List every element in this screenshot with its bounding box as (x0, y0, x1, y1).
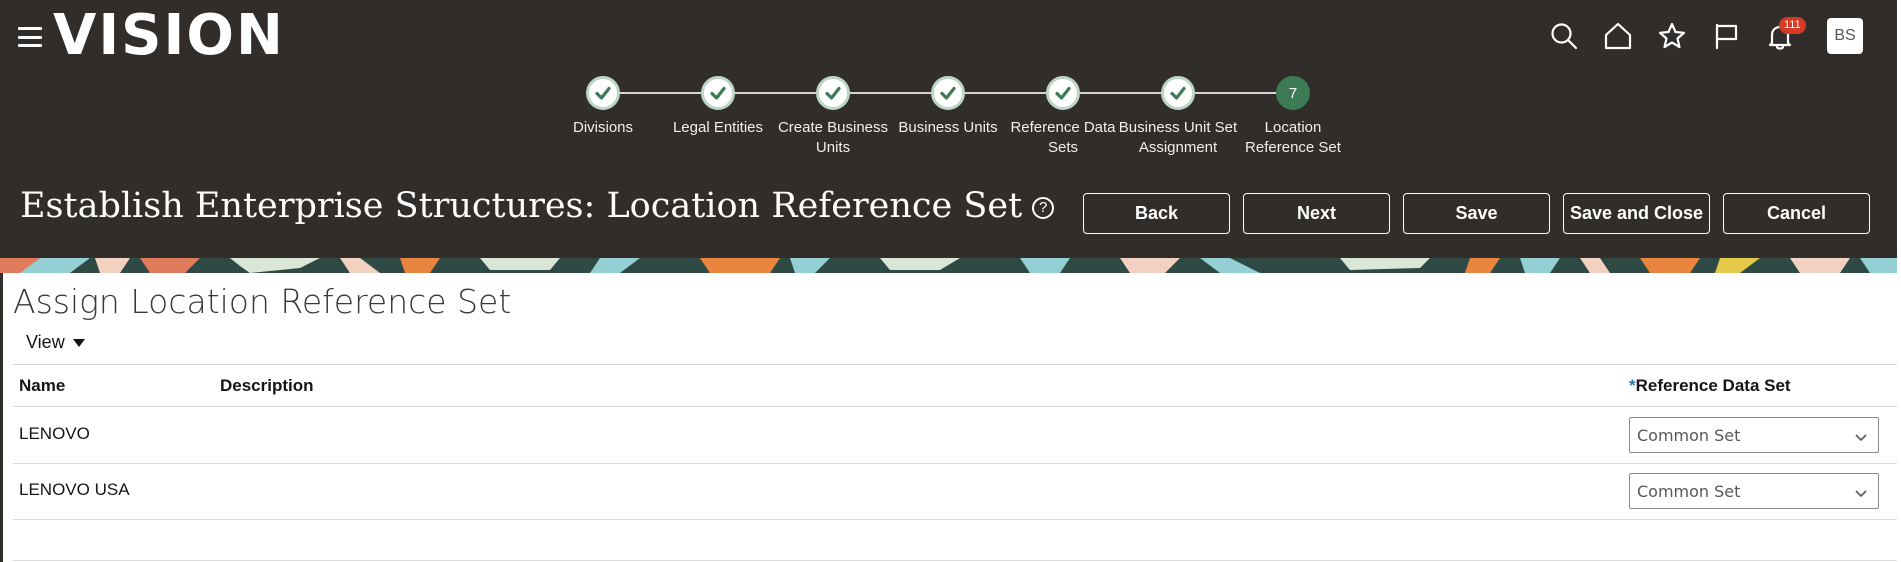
notifications-count-badge: 111 (1779, 17, 1806, 34)
checkmark-icon (931, 76, 965, 110)
save-and-close-button[interactable]: Save and Close (1563, 193, 1710, 234)
view-menu-label: View (26, 332, 65, 352)
search-icon[interactable] (1547, 19, 1581, 53)
page-title-text: Establish Enterprise Structures: Locatio… (20, 186, 1023, 226)
header-icons: 111 BS (1527, 17, 1863, 54)
page-actions: Back Next Save Save and Close Cancel (1083, 193, 1870, 234)
chevron-down-icon (1854, 485, 1868, 499)
train-stop-business-units[interactable]: Business Units (888, 76, 1008, 138)
current-step-number: 7 (1276, 76, 1310, 110)
chevron-down-icon (1854, 429, 1868, 443)
cancel-button[interactable]: Cancel (1723, 193, 1870, 234)
back-button[interactable]: Back (1083, 193, 1230, 234)
table-divider (13, 463, 1899, 464)
train-stop-label: Divisions (572, 119, 633, 136)
process-train: Divisions Legal Entities Create Business… (0, 76, 1901, 166)
checkmark-icon (1161, 76, 1195, 110)
train-stop-location-reference-set[interactable]: 7 Location Reference Set (1233, 76, 1353, 158)
train-stop-label: Create Business Units (777, 119, 889, 156)
train-stop-divisions[interactable]: Divisions (543, 76, 663, 138)
checkmark-icon (1046, 76, 1080, 110)
train-stop-label: Reference Data Sets (1010, 119, 1116, 156)
view-menu[interactable]: View (26, 332, 85, 353)
notifications-bell-icon[interactable]: 111 (1763, 17, 1806, 53)
checkmark-icon (586, 76, 620, 110)
column-header-name[interactable]: Name (19, 376, 65, 396)
checkmark-icon (701, 76, 735, 110)
train-stop-label: Location Reference Set (1245, 119, 1341, 156)
decorative-banner (0, 258, 1901, 273)
favorites-star-icon[interactable] (1655, 19, 1689, 53)
page-title: Establish Enterprise Structures: Locatio… (20, 186, 1055, 226)
reference-data-set-select[interactable]: Common Set (1629, 473, 1879, 509)
train-stop-label: Business Units (898, 119, 998, 136)
reference-data-set-select[interactable]: Common Set (1629, 417, 1879, 453)
train-stop-business-unit-set-assignment[interactable]: Business Unit Set Assignment (1118, 76, 1238, 158)
caret-down-icon (72, 338, 85, 347)
home-icon[interactable] (1601, 19, 1635, 53)
required-marker: * (1629, 376, 1636, 395)
user-avatar[interactable]: BS (1827, 18, 1863, 54)
cell-name: LENOVO (19, 424, 90, 443)
frame-edge (1897, 0, 1901, 562)
table-divider (13, 519, 1899, 520)
column-header-reference-data-set-label: Reference Data Set (1635, 376, 1791, 395)
navigator-menu-icon[interactable] (18, 27, 42, 47)
next-button[interactable]: Next (1243, 193, 1390, 234)
train-stop-legal-entities[interactable]: Legal Entities (658, 76, 778, 138)
table-footer-divider (13, 560, 1899, 561)
train-stop-label: Business Unit Set Assignment (1118, 119, 1238, 156)
help-icon[interactable]: ? (1032, 196, 1055, 219)
column-header-reference-data-set[interactable]: *Reference Data Set (1629, 376, 1791, 396)
table-divider (13, 364, 1899, 365)
train-stop-reference-data-sets[interactable]: Reference Data Sets (1003, 76, 1123, 158)
column-header-description[interactable]: Description (220, 376, 314, 396)
select-value: Common Set (1637, 481, 1741, 501)
select-value: Common Set (1637, 425, 1741, 445)
table-divider (13, 406, 1899, 407)
cell-name: LENOVO USA (19, 480, 130, 499)
vision-logo[interactable]: VISION (53, 4, 285, 68)
checkmark-icon (816, 76, 850, 110)
train-stop-label: Legal Entities (672, 119, 764, 136)
train-stop-create-business-units[interactable]: Create Business Units (773, 76, 893, 158)
watchlist-flag-icon[interactable] (1709, 19, 1743, 53)
section-title: Assign Location Reference Set (13, 282, 512, 321)
save-button[interactable]: Save (1403, 193, 1550, 234)
